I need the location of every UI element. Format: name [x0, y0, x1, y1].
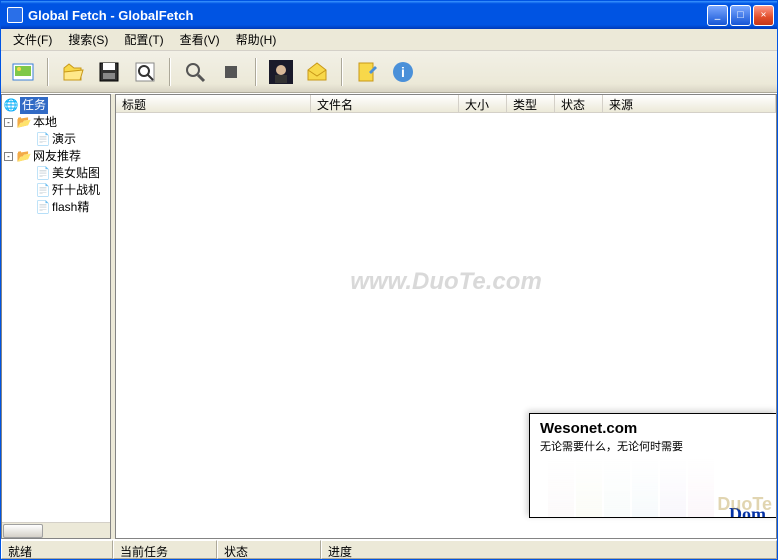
popup-bar	[632, 458, 658, 518]
list-body[interactable]: www.DuoTe.com Wesonet.com 无论需要什么，无论何时需要 …	[116, 113, 776, 538]
tree-item[interactable]: 📄 美女贴图	[4, 165, 108, 182]
globe-icon: 🌐	[4, 99, 18, 113]
main-area: 🌐 任务 - 📂 本地 📄 演示 - 📂 网友推荐	[1, 93, 777, 539]
popup-title: Wesonet.com	[530, 414, 776, 437]
status-state: 状态	[217, 540, 321, 559]
menu-search[interactable]: 搜索(S)	[60, 29, 116, 50]
stop-icon	[219, 60, 243, 84]
statusbar: 就绪 当前任务 状态 进度	[1, 539, 777, 559]
collapse-icon[interactable]: -	[4, 118, 13, 127]
col-title[interactable]: 标题	[116, 95, 311, 112]
tool-help[interactable]: i	[387, 56, 419, 88]
close-button[interactable]: ×	[753, 5, 774, 26]
preview-icon	[133, 60, 157, 84]
content-pane: 标题 文件名 大小 类型 状态 来源 www.DuoTe.com Wesonet…	[115, 94, 777, 539]
menu-view[interactable]: 查看(V)	[172, 29, 228, 50]
mail-open-icon	[305, 60, 329, 84]
maximize-button[interactable]: □	[730, 5, 751, 26]
popup-bar	[576, 458, 602, 518]
tool-open[interactable]	[57, 56, 89, 88]
toolbar-separator	[47, 58, 49, 86]
tree-demo[interactable]: 📄 演示	[4, 131, 108, 148]
toolbar: i	[1, 51, 777, 93]
open-folder-icon	[61, 60, 85, 84]
window-title: Global Fetch - GlobalFetch	[28, 8, 707, 23]
status-current: 当前任务	[113, 540, 217, 559]
help-icon: i	[391, 60, 415, 84]
file-icon: 📄	[36, 133, 50, 147]
toolbar-separator	[341, 58, 343, 86]
folder-open-icon: 📂	[17, 116, 31, 130]
tree-local-label: 本地	[33, 114, 57, 131]
file-icon: 📄	[36, 167, 50, 181]
file-icon: 📄	[36, 201, 50, 215]
popup-bar	[604, 458, 630, 518]
sidebar-scrollbar[interactable]	[2, 522, 110, 538]
tree-item[interactable]: 📄 flash精	[4, 199, 108, 216]
tree-item[interactable]: 📄 歼十战机	[4, 182, 108, 199]
status-progress: 进度	[321, 540, 777, 559]
app-icon	[7, 7, 23, 23]
tree-root-label: 任务	[20, 97, 48, 114]
sidebar: 🌐 任务 - 📂 本地 📄 演示 - 📂 网友推荐	[1, 94, 111, 539]
tree-local[interactable]: - 📂 本地	[4, 114, 108, 131]
col-status[interactable]: 状态	[555, 95, 603, 112]
toolbar-separator	[255, 58, 257, 86]
col-size[interactable]: 大小	[459, 95, 507, 112]
col-source[interactable]: 来源	[603, 95, 776, 112]
col-type[interactable]: 类型	[507, 95, 555, 112]
tree-item-label: 歼十战机	[52, 182, 100, 199]
tool-save[interactable]	[93, 56, 125, 88]
tool-avatar[interactable]	[265, 56, 297, 88]
search-icon	[183, 60, 207, 84]
tree-item-label: 美女贴图	[52, 165, 100, 182]
titlebar[interactable]: Global Fetch - GlobalFetch _ □ ×	[1, 1, 777, 29]
tree[interactable]: 🌐 任务 - 📂 本地 📄 演示 - 📂 网友推荐	[2, 95, 110, 522]
tool-mail[interactable]	[301, 56, 333, 88]
image-icon	[11, 60, 35, 84]
avatar-icon	[269, 60, 293, 84]
popup-bar	[548, 458, 574, 518]
app-window: Global Fetch - GlobalFetch _ □ × 文件(F) 搜…	[0, 0, 778, 560]
col-filename[interactable]: 文件名	[311, 95, 459, 112]
scrollbar-thumb[interactable]	[3, 524, 43, 538]
tree-item-label: flash精	[52, 199, 89, 216]
menu-config[interactable]: 配置(T)	[116, 29, 171, 50]
save-icon	[97, 60, 121, 84]
tool-stop[interactable]	[215, 56, 247, 88]
toolbar-separator	[169, 58, 171, 86]
minimize-button[interactable]: _	[707, 5, 728, 26]
tree-root[interactable]: 🌐 任务	[4, 97, 108, 114]
tree-demo-label: 演示	[52, 131, 76, 148]
tool-new-image[interactable]	[7, 56, 39, 88]
file-icon: 📄	[36, 184, 50, 198]
tool-preview[interactable]	[129, 56, 161, 88]
menu-file[interactable]: 文件(F)	[5, 29, 60, 50]
tool-search[interactable]	[179, 56, 211, 88]
tree-recommend[interactable]: - 📂 网友推荐	[4, 148, 108, 165]
popup-subtitle: 无论需要什么，无论何时需要	[530, 437, 776, 460]
tool-note[interactable]	[351, 56, 383, 88]
watermark: www.DuoTe.com	[350, 268, 542, 296]
note-icon	[355, 60, 379, 84]
status-ready: 就绪	[1, 540, 113, 559]
popup-footer-watermark: DuoTe	[717, 494, 772, 515]
list-header: 标题 文件名 大小 类型 状态 来源	[116, 95, 776, 113]
popup-panel: Wesonet.com 无论需要什么，无论何时需要 DomBusiMerchDo…	[529, 413, 777, 518]
menubar: 文件(F) 搜索(S) 配置(T) 查看(V) 帮助(H)	[1, 29, 777, 51]
window-controls: _ □ ×	[707, 5, 774, 26]
collapse-icon[interactable]: -	[4, 152, 13, 161]
tree-recommend-label: 网友推荐	[33, 148, 81, 165]
folder-open-icon: 📂	[17, 150, 31, 164]
menu-help[interactable]: 帮助(H)	[228, 29, 285, 50]
svg-text:i: i	[401, 64, 405, 80]
